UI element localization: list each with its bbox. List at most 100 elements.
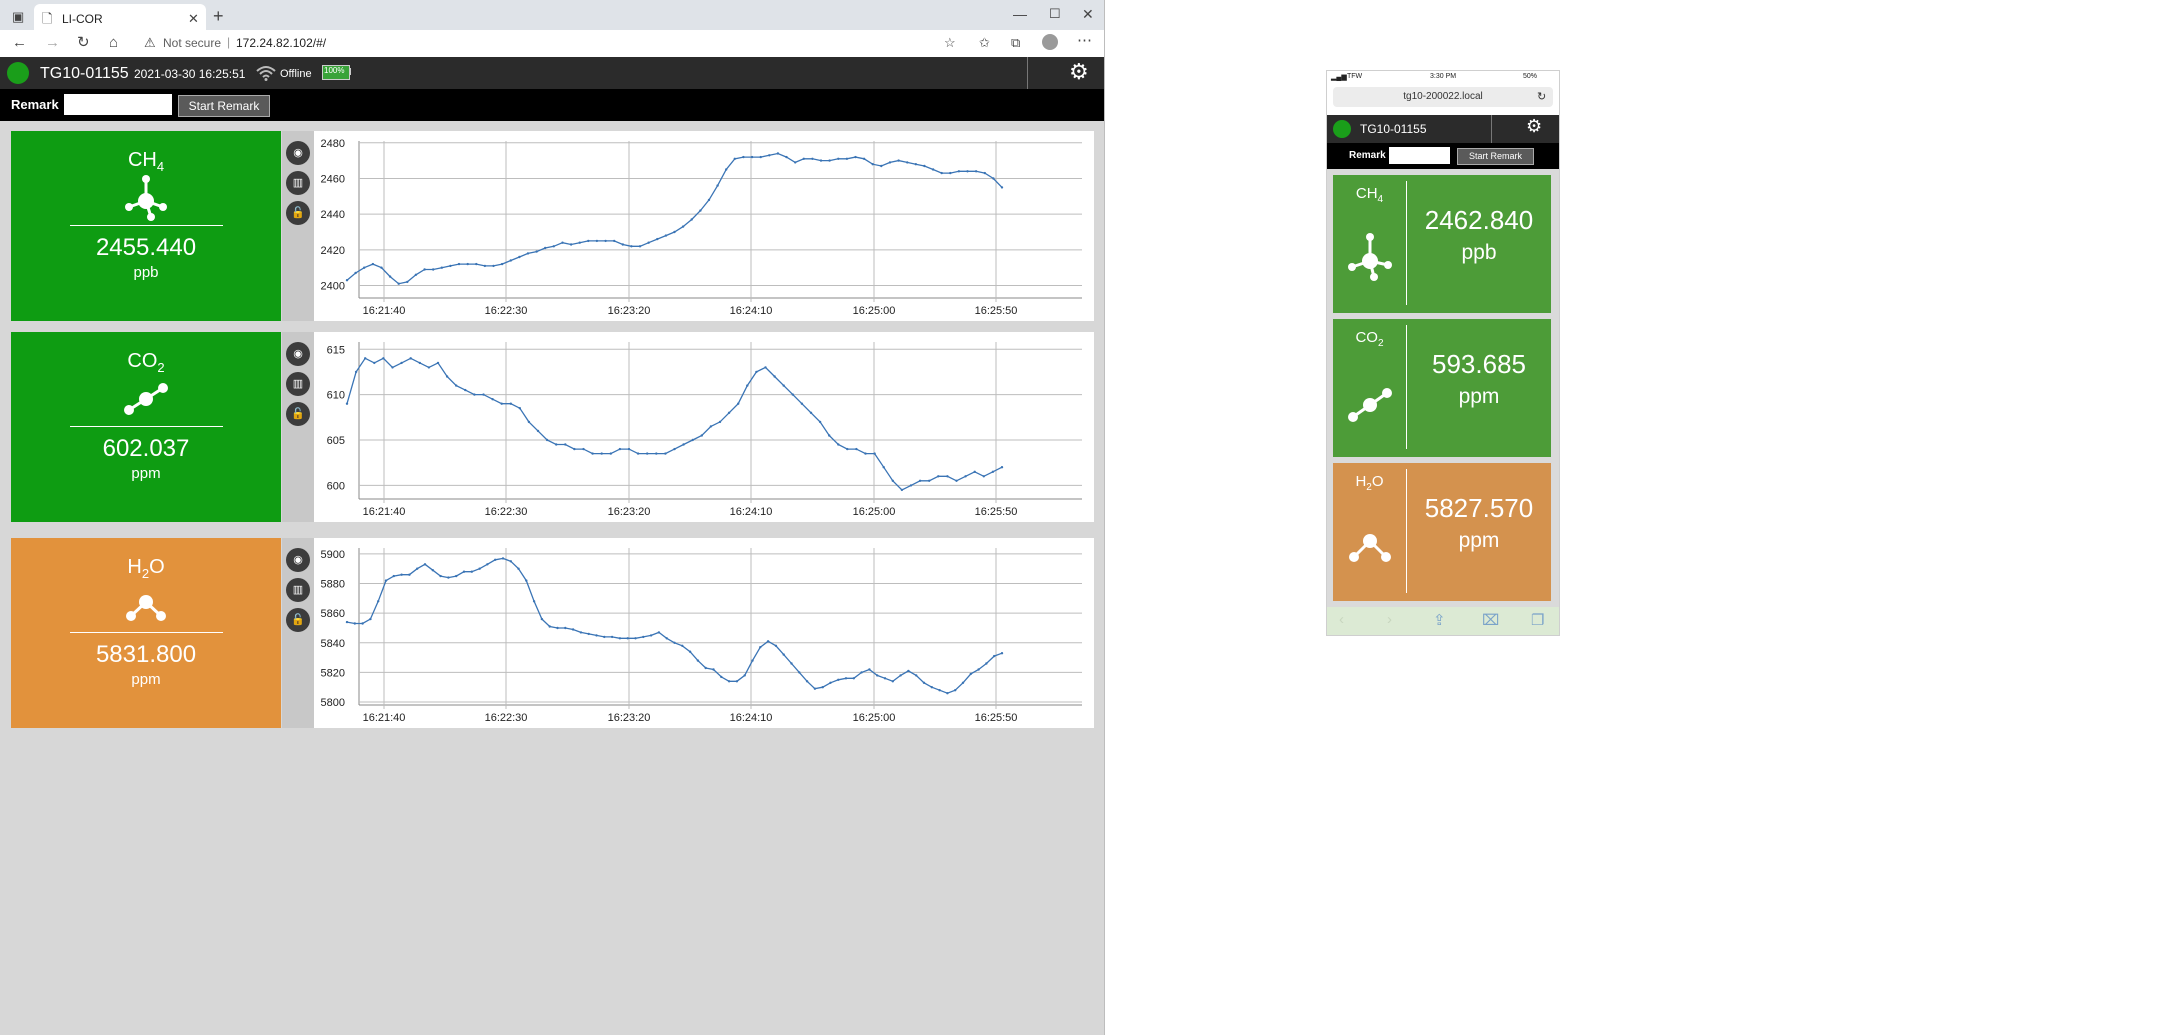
not-secure-label[interactable]: Not secure	[163, 36, 221, 50]
data-point	[946, 692, 949, 695]
gauge-divider	[70, 225, 223, 226]
data-point	[406, 280, 409, 284]
favorites-icon[interactable]: ✩	[979, 33, 990, 53]
x-tick-label: 16:22:30	[485, 712, 528, 724]
co2-line-chart[interactable]: 600 605 610 615 16:21:40 16:22:30 16:23:20 16:2…	[314, 332, 1094, 522]
page-icon: 🗋	[42, 11, 53, 26]
data-point	[545, 438, 549, 442]
data-point	[600, 452, 603, 455]
data-point	[707, 198, 711, 202]
phone-tabs-icon[interactable]: ❐	[1531, 611, 1544, 629]
broadcast-icon[interactable]: ◉	[286, 141, 310, 165]
phone-share-icon[interactable]: ⇪	[1433, 611, 1446, 629]
phone-reload-icon[interactable]: ↻	[1537, 87, 1546, 107]
data-point	[509, 402, 512, 405]
data-point	[993, 654, 996, 658]
data-point	[373, 361, 376, 365]
phone-gas-panels: CH4 2462.840 ppb CO2 593.685 ppm H2O 582…	[1327, 169, 1559, 607]
favorite-star-icon[interactable]: ☆	[944, 33, 956, 53]
bar-chart-icon[interactable]: ▥	[286, 171, 310, 195]
data-point	[969, 672, 972, 676]
h2o-line-chart[interactable]: 5800 5820 5840 5860 5880 5900 16:21:40 16:22:30…	[314, 538, 1094, 728]
more-menu-icon[interactable]: ⋯	[1077, 31, 1092, 51]
data-point	[400, 573, 403, 576]
phone-remark-input[interactable]	[1389, 147, 1450, 164]
data-point	[751, 659, 754, 662]
forward-icon[interactable]: →	[45, 33, 60, 53]
phone-gear-icon[interactable]: ⚙	[1526, 116, 1542, 137]
data-point	[954, 689, 957, 692]
gas-name-text: H	[1355, 473, 1367, 490]
collections-icon[interactable]: ⧉	[1011, 33, 1020, 53]
minimize-icon[interactable]: —	[1013, 4, 1027, 24]
data-point	[382, 357, 385, 360]
unlock-icon[interactable]: 🔓	[286, 402, 310, 426]
data-point	[855, 447, 858, 451]
data-point	[955, 479, 958, 482]
gas-name: CO2	[11, 350, 281, 375]
bar-chart-icon[interactable]: ▥	[286, 578, 310, 602]
data-point	[665, 637, 668, 640]
phone-url[interactable]: tg10-200022.local	[1403, 91, 1483, 102]
phone-header-divider	[1491, 115, 1492, 143]
unlock-icon[interactable]: 🔓	[286, 201, 310, 225]
data-point	[613, 239, 616, 243]
tab-actions-icon[interactable]: ▣	[12, 7, 24, 27]
data-point	[906, 161, 909, 164]
warning-icon[interactable]: ⚠	[144, 33, 156, 53]
start-remark-button[interactable]: Start Remark	[178, 95, 270, 117]
url-input[interactable]: 172.24.82.102/#/	[236, 36, 326, 50]
phone-bookmarks-icon[interactable]: ⌧	[1482, 611, 1499, 629]
broadcast-icon[interactable]: ◉	[286, 548, 310, 572]
window-close-icon[interactable]: ✕	[1082, 4, 1094, 24]
new-tab-icon[interactable]: +	[213, 6, 224, 26]
maximize-icon[interactable]: ☐	[1049, 4, 1061, 24]
data-point	[564, 626, 567, 630]
phone-url-bar[interactable]: tg10-200022.local ↻	[1333, 87, 1553, 107]
data-point	[828, 434, 831, 437]
header-divider	[1027, 57, 1028, 89]
data-point	[630, 245, 633, 248]
reload-icon[interactable]: ↻	[77, 33, 90, 53]
data-point	[854, 155, 857, 159]
y-tick-label: 2420	[321, 245, 345, 257]
home-icon[interactable]: ⌂	[109, 33, 118, 53]
gas-unit: ppm	[1458, 529, 1500, 552]
data-point	[798, 671, 801, 674]
back-icon[interactable]: ←	[12, 33, 27, 53]
data-point	[548, 625, 551, 628]
data-point	[578, 241, 581, 244]
phone-back-icon[interactable]: ‹	[1339, 611, 1344, 628]
data-point	[974, 170, 978, 173]
methane-molecule-icon	[125, 175, 167, 221]
data-point	[380, 266, 383, 269]
data-point	[414, 273, 418, 276]
bar-chart-icon[interactable]: ▥	[286, 372, 310, 396]
data-point	[891, 680, 894, 683]
chart-tools: ◉ ▥ 🔓	[282, 131, 314, 321]
data-point	[691, 438, 694, 442]
data-point	[790, 662, 793, 665]
data-point	[500, 402, 503, 405]
data-point	[813, 687, 817, 690]
profile-avatar[interactable]	[1042, 34, 1058, 50]
gas-name: CO2	[1333, 329, 1406, 349]
ch4-line-chart[interactable]: 2400 2420 2440 2460 2480 16:21:40 16:22:30 16:2…	[314, 131, 1094, 321]
data-point	[888, 161, 892, 164]
unlock-icon[interactable]: 🔓	[286, 608, 310, 632]
data-point	[377, 600, 380, 603]
data-point	[483, 264, 487, 268]
phone-forward-icon[interactable]: ›	[1387, 611, 1392, 628]
data-point	[961, 681, 965, 684]
broadcast-icon[interactable]: ◉	[286, 342, 310, 366]
data-point	[509, 560, 512, 563]
gear-icon[interactable]: ⚙	[1069, 59, 1089, 85]
series-line	[346, 557, 1003, 694]
close-tab-icon[interactable]: ✕	[188, 9, 199, 29]
data-point	[681, 644, 684, 647]
data-point	[440, 266, 443, 269]
remark-input[interactable]	[64, 94, 172, 115]
phone-start-remark-button[interactable]: Start Remark	[1457, 148, 1534, 165]
data-point	[478, 567, 481, 570]
data-point	[1000, 466, 1004, 469]
